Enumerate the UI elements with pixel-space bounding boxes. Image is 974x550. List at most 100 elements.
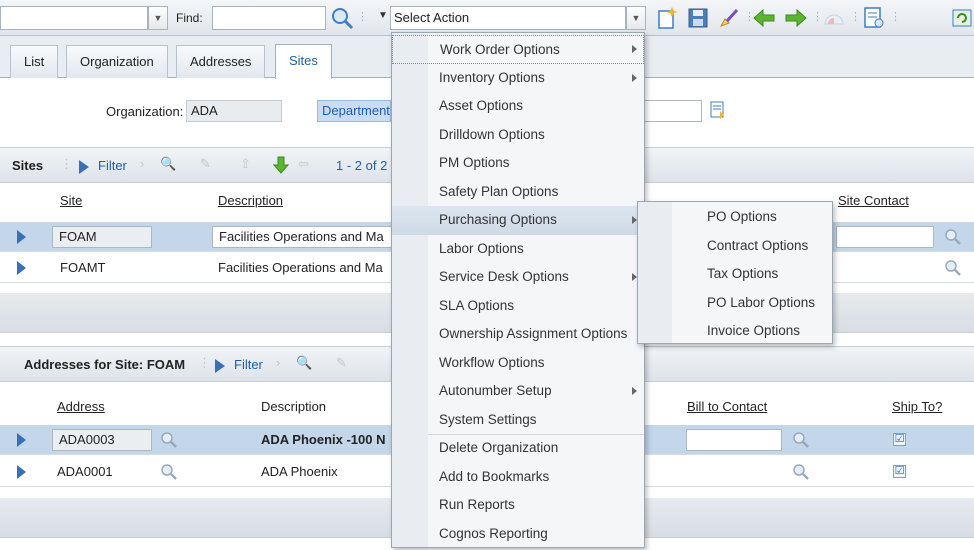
filter-toggle-icon[interactable] bbox=[79, 160, 89, 174]
site-cell: FOAMT bbox=[60, 260, 106, 275]
description-cell: ADA Phoenix -100 N bbox=[261, 432, 386, 447]
menu-item-inventory-options[interactable]: Inventory Options bbox=[392, 64, 644, 93]
search-icon[interactable] bbox=[792, 431, 810, 449]
select-action-input[interactable]: Select Action bbox=[390, 6, 626, 30]
clear-icon[interactable] bbox=[716, 6, 740, 30]
row-select-arrow-icon[interactable] bbox=[17, 230, 26, 244]
organization-label: Organization: bbox=[106, 104, 184, 119]
toolbar: ▼ Find: ⋮ ▼ Select Action ▼ ⋮ ⋮ ⋮ ⋮ bbox=[0, 0, 974, 36]
purchasing-options-submenu: PO Options Contract Options Tax Options PO … bbox=[637, 201, 833, 344]
ship-to-checkbox[interactable]: ☑ bbox=[893, 465, 906, 478]
submenu-item-contract-options[interactable]: Contract Options bbox=[638, 232, 832, 261]
search-icon[interactable] bbox=[160, 463, 178, 481]
menu-item-work-order-options[interactable]: Work Order Options bbox=[392, 35, 644, 64]
previous-icon[interactable] bbox=[752, 6, 776, 30]
menu-item-safety-plan-options[interactable]: Safety Plan Options bbox=[392, 178, 644, 207]
menu-item-labor-options[interactable]: Labor Options bbox=[392, 235, 644, 264]
column-header-description[interactable]: Description bbox=[218, 193, 283, 208]
menu-item-asset-options[interactable]: Asset Options bbox=[392, 92, 644, 121]
select-action-arrow-icon[interactable]: ▼ bbox=[626, 6, 646, 30]
ship-to-checkbox[interactable]: ☑ bbox=[893, 433, 906, 446]
menu-item-ownership-assignment-options[interactable]: Ownership Assignment Options bbox=[392, 320, 644, 349]
department-field[interactable]: Department bbox=[317, 100, 391, 122]
menu-item-delete-organization[interactable]: Delete Organization bbox=[392, 434, 644, 463]
organization-description-field[interactable] bbox=[644, 100, 702, 122]
column-header-bill-to-contact[interactable]: Bill to Contact bbox=[687, 399, 767, 414]
menu-item-add-to-bookmarks[interactable]: Add to Bookmarks bbox=[392, 463, 644, 492]
row-select-arrow-icon[interactable] bbox=[17, 261, 26, 275]
column-header-ship-to[interactable]: Ship To? bbox=[892, 399, 942, 414]
tab-sites[interactable]: Sites bbox=[275, 44, 332, 79]
menu-separator bbox=[428, 434, 644, 435]
action-dropdown-icon[interactable]: ▼ bbox=[378, 10, 388, 21]
next-icon[interactable] bbox=[784, 6, 808, 30]
save-icon[interactable] bbox=[686, 6, 710, 30]
add-row-icon[interactable] bbox=[272, 156, 290, 174]
bill-to-contact-input[interactable] bbox=[686, 429, 782, 451]
column-header-address[interactable]: Address bbox=[57, 399, 105, 414]
record-select-dropdown-icon[interactable]: ▼ bbox=[148, 6, 168, 30]
refresh-icon[interactable] bbox=[950, 6, 974, 30]
menu-item-service-desk-options[interactable]: Service Desk Options bbox=[392, 263, 644, 292]
chevron-right-icon: › bbox=[276, 355, 281, 370]
menu-item-autonumber-setup[interactable]: Autonumber Setup bbox=[392, 377, 644, 406]
chevron-right-icon: › bbox=[140, 156, 145, 171]
column-header-site-contact[interactable]: Site Contact bbox=[838, 193, 909, 208]
record-select-input[interactable] bbox=[0, 6, 148, 30]
submenu-arrow-icon bbox=[632, 387, 637, 395]
menu-item-run-reports[interactable]: Run Reports bbox=[392, 491, 644, 520]
new-record-icon[interactable] bbox=[655, 6, 679, 30]
submenu-arrow-icon bbox=[632, 73, 637, 82]
addresses-title: Addresses for Site: FOAM bbox=[24, 357, 186, 372]
find-input[interactable] bbox=[212, 6, 326, 30]
submenu-arrow-icon bbox=[632, 45, 637, 53]
submenu-item-po-labor-options[interactable]: PO Labor Options bbox=[638, 289, 832, 318]
menu-item-cognos-reporting[interactable]: Cognos Reporting bbox=[392, 520, 644, 549]
column-header-description[interactable]: Description bbox=[261, 399, 326, 414]
tab-addresses[interactable]: Addresses bbox=[176, 45, 266, 78]
row-select-arrow-icon[interactable] bbox=[17, 433, 26, 447]
organization-field: ADA bbox=[186, 100, 282, 122]
menu-item-system-settings[interactable]: System Settings bbox=[392, 406, 644, 435]
menu-item-drilldown-options[interactable]: Drilldown Options bbox=[392, 121, 644, 150]
report-icon[interactable] bbox=[862, 6, 886, 30]
addresses-filter-link[interactable]: Filter bbox=[234, 357, 263, 372]
tab-list[interactable]: List bbox=[10, 45, 59, 78]
search-icon[interactable] bbox=[330, 6, 354, 30]
section-divider: ⋮ bbox=[60, 156, 73, 171]
site-cell[interactable]: FOAM bbox=[52, 226, 152, 248]
toolbar-divider: ⋮ bbox=[850, 11, 861, 23]
menu-item-sla-options[interactable]: SLA Options bbox=[392, 292, 644, 321]
menu-item-pm-options[interactable]: PM Options bbox=[392, 149, 644, 178]
submenu-item-po-options[interactable]: PO Options bbox=[638, 203, 832, 232]
search-disabled-icon: 🔍 bbox=[296, 355, 313, 370]
sites-filter-link[interactable]: Filter bbox=[98, 158, 127, 173]
select-action-menu: Work Order Options Inventory Options Asset… bbox=[391, 32, 645, 548]
edit-disabled-icon: ✎ bbox=[200, 156, 211, 171]
find-label: Find: bbox=[176, 11, 203, 25]
tab-organization[interactable]: Organization bbox=[66, 45, 168, 78]
previous-page-disabled-icon: ⇦ bbox=[298, 156, 309, 171]
move-up-disabled-icon: ⇧ bbox=[240, 156, 251, 171]
address-cell: ADA0001 bbox=[57, 464, 113, 479]
edit-disabled-icon: ✎ bbox=[336, 355, 347, 370]
search-icon[interactable] bbox=[944, 228, 962, 246]
column-header-site[interactable]: Site bbox=[60, 193, 82, 208]
row-select-arrow-icon[interactable] bbox=[17, 465, 26, 479]
address-cell[interactable]: ADA0003 bbox=[52, 429, 152, 451]
search-icon[interactable] bbox=[944, 259, 962, 277]
dashboard-icon[interactable] bbox=[822, 6, 846, 30]
filter-toggle-icon[interactable] bbox=[215, 359, 225, 373]
section-divider: ⋮ bbox=[198, 355, 211, 370]
toolbar-divider: ⋮ bbox=[357, 11, 368, 23]
submenu-item-tax-options[interactable]: Tax Options bbox=[638, 260, 832, 289]
search-icon[interactable] bbox=[792, 463, 810, 481]
submenu-item-invoice-options[interactable]: Invoice Options bbox=[638, 317, 832, 346]
search-icon[interactable] bbox=[160, 431, 178, 449]
menu-item-workflow-options[interactable]: Workflow Options bbox=[392, 349, 644, 378]
menu-item-purchasing-options[interactable]: Purchasing Options bbox=[392, 206, 644, 235]
site-contact-input[interactable] bbox=[836, 226, 934, 248]
detail-lookup-icon[interactable] bbox=[708, 100, 728, 120]
sites-paging: 1 - 2 of 2 bbox=[336, 158, 388, 173]
search-disabled-icon: 🔍 bbox=[160, 156, 177, 171]
